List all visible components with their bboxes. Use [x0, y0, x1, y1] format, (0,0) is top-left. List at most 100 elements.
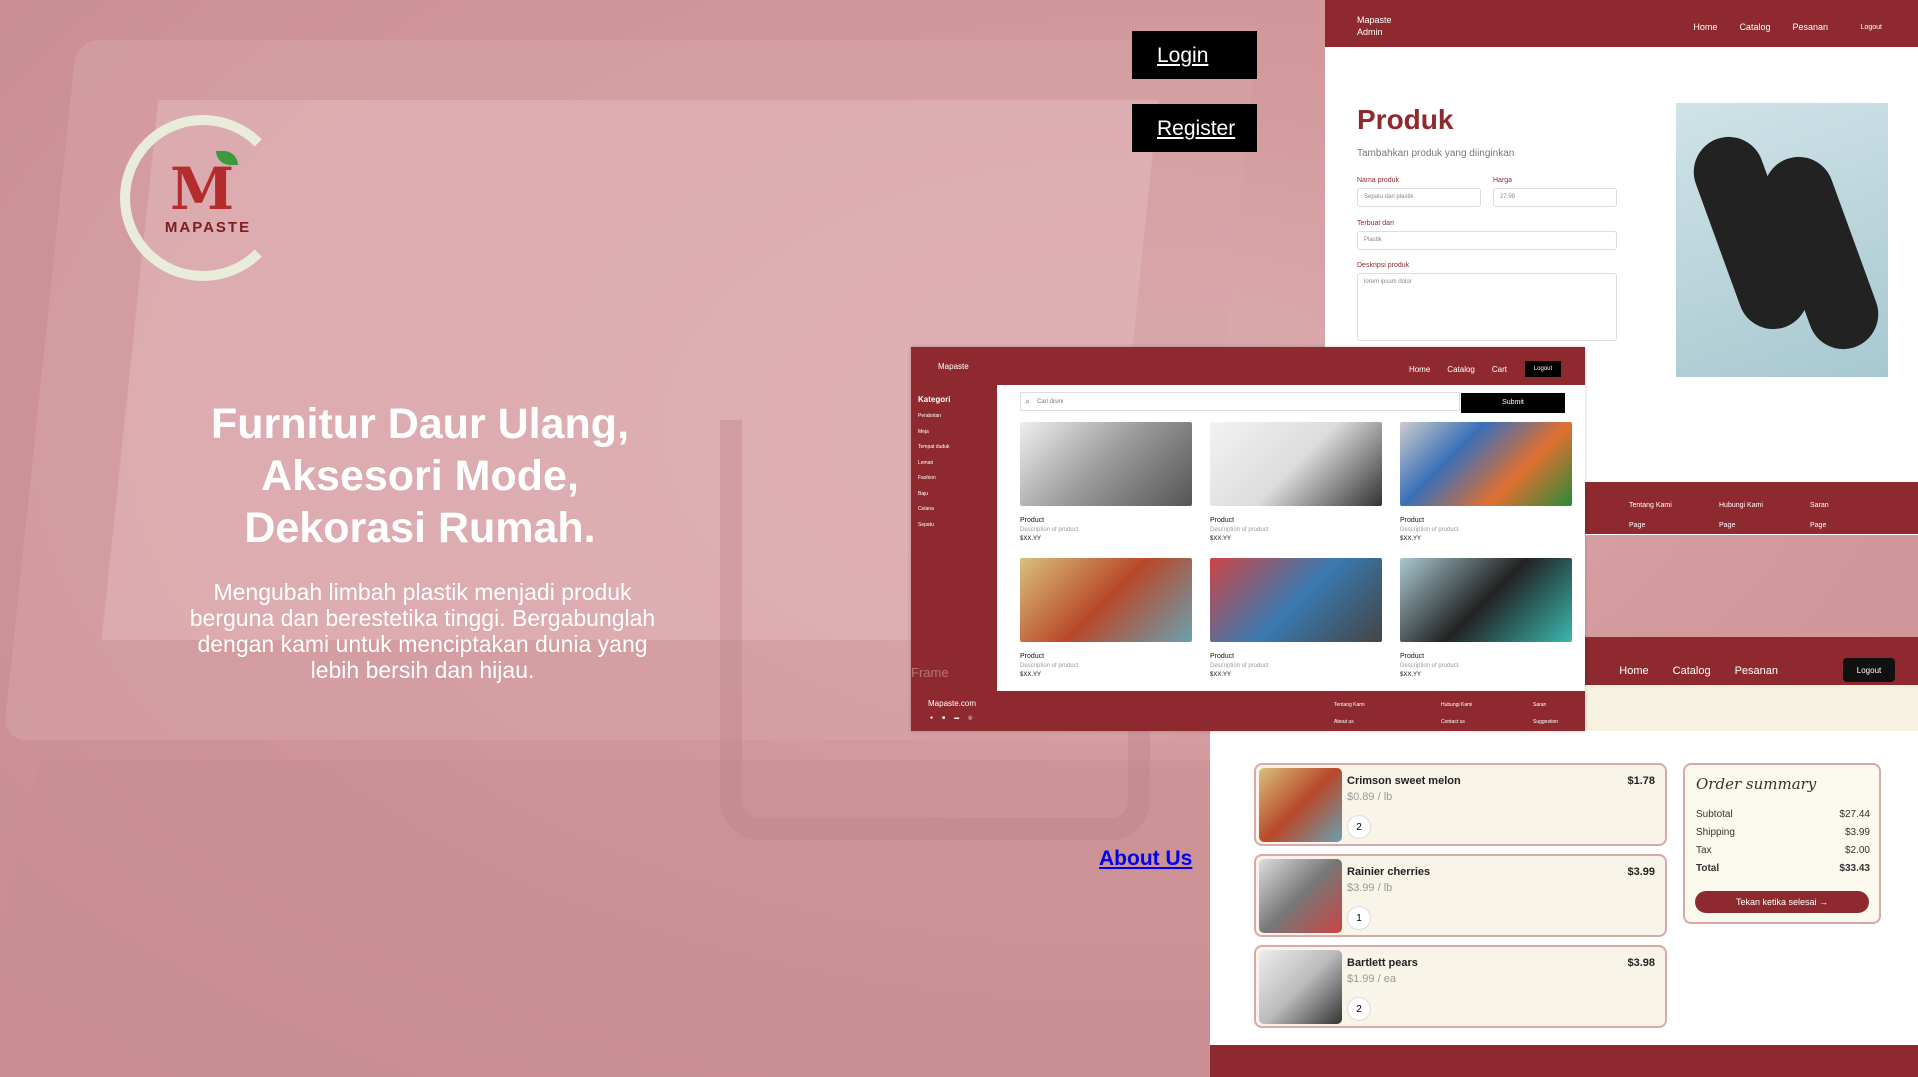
- admin-brand-line: Admin: [1357, 27, 1383, 37]
- footer-sub[interactable]: About us: [1334, 719, 1354, 725]
- product-card[interactable]: Product Description of product $XX.YY: [1400, 558, 1572, 688]
- item-unit-price: $1.99 / ea: [1347, 973, 1396, 985]
- footer-link[interactable]: Saran: [1810, 502, 1829, 509]
- quantity-stepper[interactable]: 2: [1347, 997, 1371, 1021]
- catalog-screenshot: Mapaste Home Catalog Cart Logout Kategor…: [911, 347, 1585, 731]
- cart-item[interactable]: Crimson sweet melon $0.89 / lb $1.78 2: [1254, 763, 1667, 846]
- quantity-stepper[interactable]: 1: [1347, 906, 1371, 930]
- category-item[interactable]: Meja: [918, 429, 949, 445]
- nav-catalog[interactable]: Catalog: [1447, 365, 1475, 374]
- product-name: Product: [1400, 517, 1425, 524]
- price-label: Harga: [1493, 177, 1513, 184]
- item-image: [1259, 950, 1342, 1024]
- shipping-row: Shipping $3.99: [1696, 827, 1870, 838]
- footer-sub[interactable]: Page: [1629, 522, 1645, 529]
- search-placeholder: Cari disini: [1037, 399, 1064, 405]
- summary-label: Tax: [1696, 845, 1712, 856]
- product-image: [1020, 422, 1192, 506]
- product-price: $XX.YY: [1400, 536, 1422, 542]
- summary-value: $33.43: [1839, 863, 1870, 874]
- footer-link[interactable]: Tentang Kami: [1334, 702, 1365, 708]
- product-card[interactable]: Product Description of product $XX.YY: [1020, 422, 1192, 552]
- category-item[interactable]: Perabotan: [918, 413, 949, 429]
- footer-sub[interactable]: Page: [1810, 522, 1826, 529]
- quantity-stepper[interactable]: 2: [1347, 815, 1371, 839]
- footer-link[interactable]: Saran: [1533, 702, 1546, 708]
- material-field[interactable]: Plastik: [1357, 231, 1617, 250]
- description-field[interactable]: lorem ipsum dolor: [1357, 273, 1617, 341]
- category-item[interactable]: Baju: [918, 491, 949, 507]
- nav-home[interactable]: Home: [1619, 665, 1648, 677]
- nav-home[interactable]: Home: [1409, 365, 1430, 374]
- nav-cart[interactable]: Cart: [1492, 365, 1507, 374]
- product-name: Product: [1210, 653, 1235, 660]
- tax-row: Tax $2.00: [1696, 845, 1870, 856]
- product-desc: Description of product: [1210, 527, 1269, 533]
- arrow-right-icon: →: [1819, 897, 1829, 907]
- product-name: Product: [1020, 517, 1045, 524]
- item-image: [1259, 768, 1342, 842]
- nav-pesanan[interactable]: Pesanan: [1735, 665, 1778, 677]
- hero-title-line: Furnitur Daur Ulang,: [210, 400, 630, 448]
- product-desc: Description of product: [1400, 663, 1459, 669]
- footer-link[interactable]: Hubungi Kami: [1719, 502, 1763, 509]
- facebook-icon[interactable]: ●: [930, 715, 933, 721]
- summary-title: Order summary: [1696, 775, 1817, 793]
- mapaste-logo: M MAPASTE: [120, 115, 286, 281]
- nav-catalog[interactable]: Catalog: [1739, 22, 1770, 32]
- category-item[interactable]: Celana: [918, 506, 949, 522]
- category-item[interactable]: Tempat duduk: [918, 444, 949, 460]
- product-name: Product: [1400, 653, 1425, 660]
- item-unit-price: $3.99 / lb: [1347, 882, 1393, 894]
- footer-sub[interactable]: Page: [1719, 522, 1735, 529]
- nav-catalog[interactable]: Catalog: [1673, 665, 1711, 677]
- about-us-link[interactable]: About Us: [1099, 847, 1192, 871]
- instagram-icon[interactable]: ◎: [968, 715, 972, 721]
- login-button[interactable]: Login: [1132, 31, 1257, 79]
- logout-button[interactable]: Logout: [1525, 361, 1561, 377]
- cart-item[interactable]: Rainier cherries $3.99 / lb $3.99 1: [1254, 854, 1667, 937]
- cart-item[interactable]: Bartlett pears $1.99 / ea $3.98 2: [1254, 945, 1667, 1028]
- footer-sub[interactable]: Contact us: [1441, 719, 1465, 725]
- logo-brand: MAPASTE: [164, 219, 252, 236]
- name-field[interactable]: Sepatu dari plastik: [1357, 188, 1481, 207]
- price-field[interactable]: 27.99: [1493, 188, 1617, 207]
- product-card[interactable]: Product Description of product $XX.YY: [1400, 422, 1572, 552]
- social-icons: ● ■ ▬ ◎: [930, 715, 972, 721]
- register-button[interactable]: Register: [1132, 104, 1257, 152]
- submit-button[interactable]: Submit: [1461, 393, 1565, 413]
- product-image: [1400, 422, 1572, 506]
- footer-link[interactable]: Hubungi Kami: [1441, 702, 1472, 708]
- product-desc: Description of product: [1020, 663, 1079, 669]
- category-item[interactable]: Sepatu: [918, 522, 949, 538]
- product-card[interactable]: Product Description of product $XX.YY: [1020, 558, 1192, 688]
- footer-sub[interactable]: Suggestion: [1533, 719, 1558, 725]
- item-price: $3.98: [1627, 957, 1655, 969]
- item-price: $1.78: [1627, 775, 1655, 787]
- admin-navbar: Mapaste Admin Home Catalog Pesanan Logou…: [1325, 0, 1918, 47]
- nav-pesanan[interactable]: Pesanan: [1792, 22, 1828, 32]
- logo-letter: M: [170, 155, 235, 223]
- admin-nav-links: Home Catalog Pesanan: [1693, 22, 1828, 32]
- search-input[interactable]: ⌕ Cari disini: [1020, 392, 1460, 411]
- category-list: Perabotan Meja Tempat duduk Lemari Fashi…: [918, 413, 949, 537]
- checkout-button[interactable]: Tekan ketika selesai →: [1695, 891, 1869, 913]
- summary-value: $2.00: [1844, 845, 1870, 856]
- logout-button[interactable]: Logout: [1861, 24, 1882, 31]
- footer-link[interactable]: Tentang Kami: [1629, 502, 1672, 509]
- hero-title: Furnitur Daur Ulang, Aksesori Mode, Deko…: [160, 398, 680, 554]
- product-card[interactable]: Product Description of product $XX.YY: [1210, 422, 1382, 552]
- youtube-icon[interactable]: ▬: [954, 715, 959, 721]
- order-footer: [1210, 1045, 1918, 1077]
- nav-home[interactable]: Home: [1693, 22, 1717, 32]
- logout-button[interactable]: Logout: [1843, 658, 1895, 682]
- sidebar-title: Kategori: [918, 395, 951, 404]
- product-card[interactable]: Product Description of product $XX.YY: [1210, 558, 1382, 688]
- page-title: Produk: [1357, 104, 1454, 135]
- category-item[interactable]: Fashion: [918, 475, 949, 491]
- name-label: Nama produk: [1357, 177, 1400, 184]
- search-icon: ⌕: [1025, 396, 1031, 406]
- category-item[interactable]: Lemari: [918, 460, 949, 476]
- admin-brand-line: Mapaste: [1357, 15, 1392, 25]
- linkedin-icon[interactable]: ■: [942, 715, 945, 721]
